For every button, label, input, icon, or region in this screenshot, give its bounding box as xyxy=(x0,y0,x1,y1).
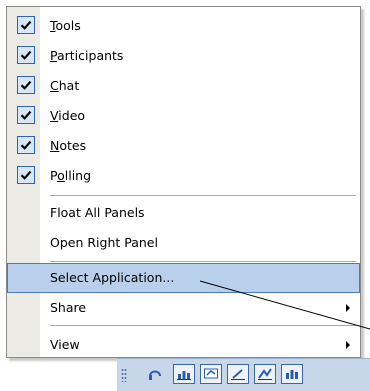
menu-item-polling[interactable]: Polling xyxy=(7,161,360,191)
chart-icon[interactable] xyxy=(173,364,195,384)
menu-item-label: Tools xyxy=(50,18,81,33)
menu-item-label: Notes xyxy=(50,138,87,153)
menu-item-label: Select Application... xyxy=(50,270,175,285)
bottom-toolbar xyxy=(117,358,370,391)
context-menu: Tools Participants Chat Video Notes Poll… xyxy=(6,6,361,358)
checkmark-icon xyxy=(17,46,35,64)
menu-separator xyxy=(50,195,356,196)
menu-separator xyxy=(50,261,356,262)
menu-item-label: Polling xyxy=(50,168,92,183)
annotate-icon[interactable] xyxy=(254,364,276,384)
bar-chart-icon[interactable] xyxy=(281,364,303,384)
headset-icon[interactable] xyxy=(144,364,166,384)
menu-item-tools[interactable]: Tools xyxy=(7,11,360,41)
checkmark-icon xyxy=(17,16,35,34)
menu-item-label: View xyxy=(50,337,80,352)
menu-item-label: Float All Panels xyxy=(50,205,145,220)
menu-item-label: Video xyxy=(50,108,86,123)
menu-item-open-right-panel[interactable]: Open Right Panel xyxy=(7,228,360,258)
checkmark-icon xyxy=(17,106,35,124)
menu-item-participants[interactable]: Participants xyxy=(7,41,360,71)
menu-item-chat[interactable]: Chat xyxy=(7,71,360,101)
menu-item-share[interactable]: Share xyxy=(7,293,360,323)
pen-icon[interactable] xyxy=(227,364,249,384)
checkmark-icon xyxy=(17,76,35,94)
submenu-arrow-icon xyxy=(346,341,350,349)
whiteboard-icon[interactable] xyxy=(200,364,222,384)
submenu-arrow-icon xyxy=(346,304,350,312)
checkmark-icon xyxy=(17,166,35,184)
menu-separator xyxy=(50,325,356,326)
grip-icon[interactable] xyxy=(121,368,127,382)
menu-item-label: Chat xyxy=(50,78,80,93)
menu-item-notes[interactable]: Notes xyxy=(7,131,360,161)
checkmark-icon xyxy=(17,136,35,154)
menu-item-label: Open Right Panel xyxy=(50,235,158,250)
menu-item-label: Share xyxy=(50,300,87,315)
menu-item-video[interactable]: Video xyxy=(7,101,360,131)
menu-item-float-all-panels[interactable]: Float All Panels xyxy=(7,198,360,228)
menu-item-label: Participants xyxy=(50,48,124,63)
menu-item-view[interactable]: View xyxy=(7,330,360,360)
menu-item-select-application[interactable]: Select Application... xyxy=(7,263,360,293)
